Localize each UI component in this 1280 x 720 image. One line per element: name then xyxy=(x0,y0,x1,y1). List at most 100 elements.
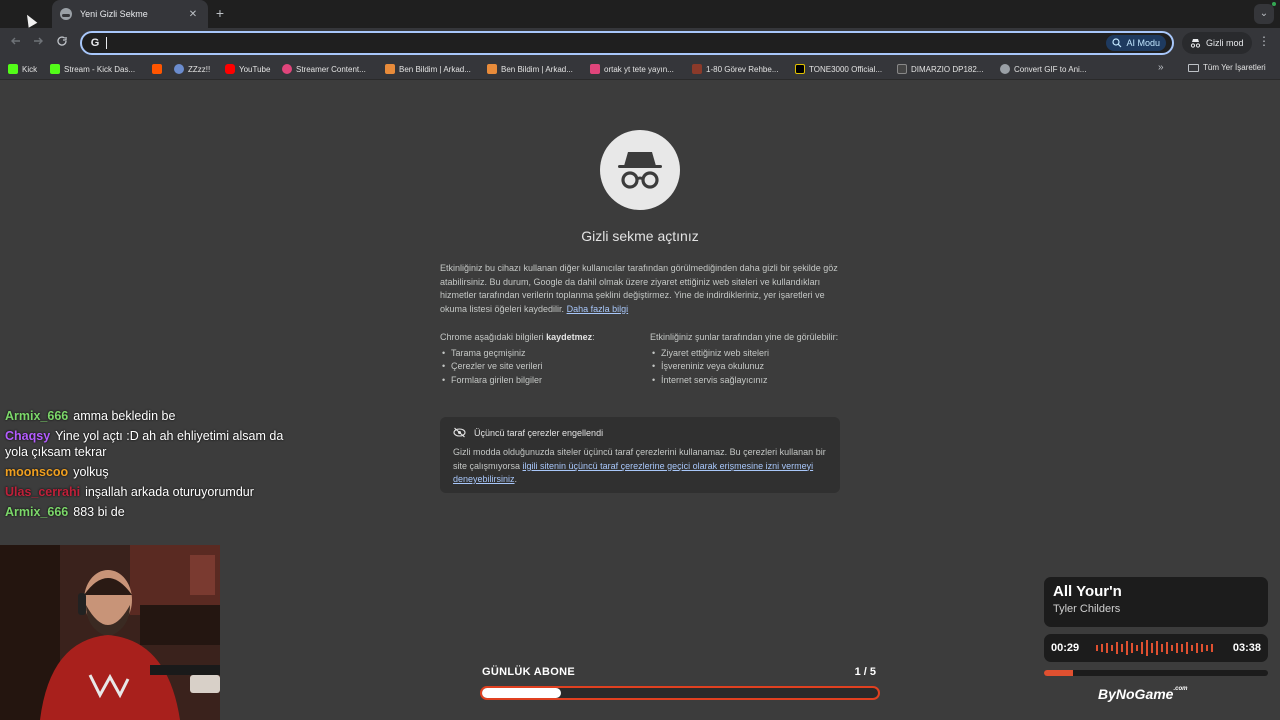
song-progress-fill xyxy=(1044,670,1074,676)
ai-mode-label: AI Modu xyxy=(1126,38,1160,48)
bynogame-logo: ByNoGame.com xyxy=(1098,686,1188,702)
waveform-icon xyxy=(1096,640,1213,656)
song-artist: Tyler Childers xyxy=(1053,603,1121,615)
bird-icon xyxy=(487,64,497,74)
still-visible-heading: Etkinliğiniz şunlar tarafından yine de g… xyxy=(650,332,839,342)
chat-text: inşallah arkada oturuyorumdur xyxy=(85,485,254,499)
flower-icon xyxy=(282,64,292,74)
bookmark-item[interactable] xyxy=(152,63,166,75)
duration-time: 03:38 xyxy=(1232,642,1261,654)
soundcloud-icon xyxy=(152,64,162,74)
cookie-card-title: Üçüncü taraf çerezler engellendi xyxy=(474,427,604,438)
third-party-cookies-card: Üçüncü taraf çerezler engellendi Gizli m… xyxy=(440,417,840,493)
chat-text: yolkuş xyxy=(73,465,109,479)
chat-username: Ulas_cerrahi xyxy=(5,485,81,499)
back-button[interactable] xyxy=(6,33,26,53)
tab-incognito[interactable]: Yeni Gizli Sekme ✕ xyxy=(52,0,208,28)
bookmark-item[interactable]: Ben Bildim | Arkad... xyxy=(487,63,573,75)
sub-goal-progress-bar xyxy=(480,686,880,700)
page-icon xyxy=(897,64,907,74)
bookmark-item[interactable]: TONE3000 Official... xyxy=(795,63,882,75)
close-icon[interactable]: ✕ xyxy=(186,9,200,20)
song-title: All Your'n xyxy=(1053,583,1122,600)
now-playing-card: All Your'n Tyler Childers xyxy=(1044,577,1268,627)
status-dot-icon xyxy=(1272,2,1276,6)
chat-message: Chaqsy Yine yol açtı :D ah ah ehliyetimi … xyxy=(5,428,285,460)
list-item: Tarama geçmişiniz xyxy=(440,347,630,361)
chat-username: moonscoo xyxy=(5,465,69,479)
kick-icon xyxy=(50,64,60,74)
bookmark-item[interactable]: ZZzz!! xyxy=(174,63,210,75)
sub-goal-count: 1 / 5 xyxy=(854,666,876,678)
new-tab-button[interactable]: + xyxy=(212,5,228,21)
incognito-icon xyxy=(60,8,72,20)
incognito-logo xyxy=(600,130,680,210)
eye-off-icon xyxy=(453,427,466,438)
globe-icon xyxy=(174,64,184,74)
menu-icon[interactable]: ⋮ xyxy=(1258,34,1270,48)
list-item: İşvereniniz veya okulunuz xyxy=(650,360,840,374)
tab-search-button[interactable]: ⌄ xyxy=(1254,4,1274,24)
song-progress-bar xyxy=(1044,670,1268,676)
bookmark-item[interactable]: YouTube xyxy=(225,63,270,75)
intro-text: Etkinliğiniz bu cihazı kullanan diğer ku… xyxy=(440,263,838,314)
incognito-chip[interactable]: Gizli mod xyxy=(1182,32,1252,54)
sub-goal-progress-fill xyxy=(482,688,562,698)
cookie-card-body: Gizli modda olduğunuzda siteler üçüncü t… xyxy=(453,447,826,484)
bookmark-item[interactable]: 1-80 Görev Rehbe... xyxy=(692,63,778,75)
convert-icon xyxy=(1000,64,1010,74)
arrow-right-icon xyxy=(34,37,43,45)
arrow-left-icon xyxy=(11,37,20,45)
chat-message: Ulas_cerrahi inşallah arkada oturuyorumdu… xyxy=(5,484,285,500)
reload-icon xyxy=(57,36,67,46)
learn-more-link[interactable]: Daha fazla bilgi xyxy=(567,304,629,314)
chat-message: moonscoo yolkuş xyxy=(5,464,285,480)
list-item: İnternet servis sağlayıcınız xyxy=(650,374,840,388)
bookmark-item[interactable]: Convert GIF to Ani... xyxy=(1000,63,1086,75)
forward-button[interactable] xyxy=(28,33,48,53)
bookmark-item[interactable]: DIMARZIO DP182... xyxy=(897,63,983,75)
address-bar[interactable]: G AI Modu xyxy=(80,31,1174,55)
chat-text: amma bekledin be xyxy=(73,409,176,423)
youtube-icon xyxy=(225,64,235,74)
tab-strip: Yeni Gizli Sekme ✕ + ⌄ xyxy=(0,0,1280,28)
chat-message: Armix_666 amma bekledin be xyxy=(5,408,285,424)
chat-username: Armix_666 xyxy=(5,505,69,519)
more-bookmarks-button[interactable]: » xyxy=(1158,62,1164,73)
all-bookmarks-button[interactable]: Tüm Yer İşaretleri xyxy=(1188,63,1266,72)
tab-title: Yeni Gizli Sekme xyxy=(80,9,148,19)
play-icon xyxy=(590,64,600,74)
text-caret xyxy=(106,37,107,49)
webcam-feed xyxy=(0,545,220,720)
not-saved-column: Chrome aşağıdaki bilgileri kaydetmez: Ta… xyxy=(440,331,630,387)
bird-icon xyxy=(385,64,395,74)
page-title: Gizli sekme açtınız xyxy=(581,228,699,244)
game-icon xyxy=(692,64,702,74)
elapsed-time: 00:29 xyxy=(1051,642,1080,654)
bookmarks-bar: Kick Stream - Kick Das... ZZzz!! YouTube… xyxy=(0,58,1280,80)
bookmark-item[interactable]: Stream - Kick Das... xyxy=(50,63,135,75)
incognito-spy-icon xyxy=(618,152,662,189)
chat-username: Armix_666 xyxy=(5,409,69,423)
toolbar: G AI Modu Gizli mod ⋮ xyxy=(0,28,1280,58)
incognito-chip-label: Gizli mod xyxy=(1206,38,1244,48)
list-item: Formlara girilen bilgiler xyxy=(440,374,630,388)
daily-subscriber-goal: GÜNLÜK ABONE 1 / 5 xyxy=(480,664,880,704)
chat-username: Chaqsy xyxy=(5,429,51,443)
google-icon: G xyxy=(90,37,100,49)
list-item: Çerezler ve site verileri xyxy=(440,360,630,374)
cookie-card-header: Üçüncü taraf çerezler engellendi xyxy=(453,427,827,438)
bookmark-item[interactable]: Streamer Content... xyxy=(282,63,366,75)
streamer-webcam-image xyxy=(0,545,220,720)
bookmark-item[interactable]: ortak yt tete yayın... xyxy=(590,63,674,75)
chat-message: Armix_666 883 bi de xyxy=(5,504,285,520)
bookmark-item[interactable]: Ben Bildim | Arkad... xyxy=(385,63,471,75)
incognito-icon xyxy=(1190,39,1201,48)
ai-mode-button[interactable]: AI Modu xyxy=(1106,35,1166,51)
reload-button[interactable] xyxy=(52,33,72,53)
not-saved-heading: Chrome aşağıdaki bilgileri kaydetmez: xyxy=(440,332,595,342)
folder-icon xyxy=(1188,63,1199,72)
incognito-intro: Etkinliğiniz bu cihazı kullanan diğer ku… xyxy=(440,262,840,316)
bookmark-item[interactable]: Kick xyxy=(8,63,37,75)
still-visible-column: Etkinliğiniz şunlar tarafından yine de g… xyxy=(650,331,840,387)
